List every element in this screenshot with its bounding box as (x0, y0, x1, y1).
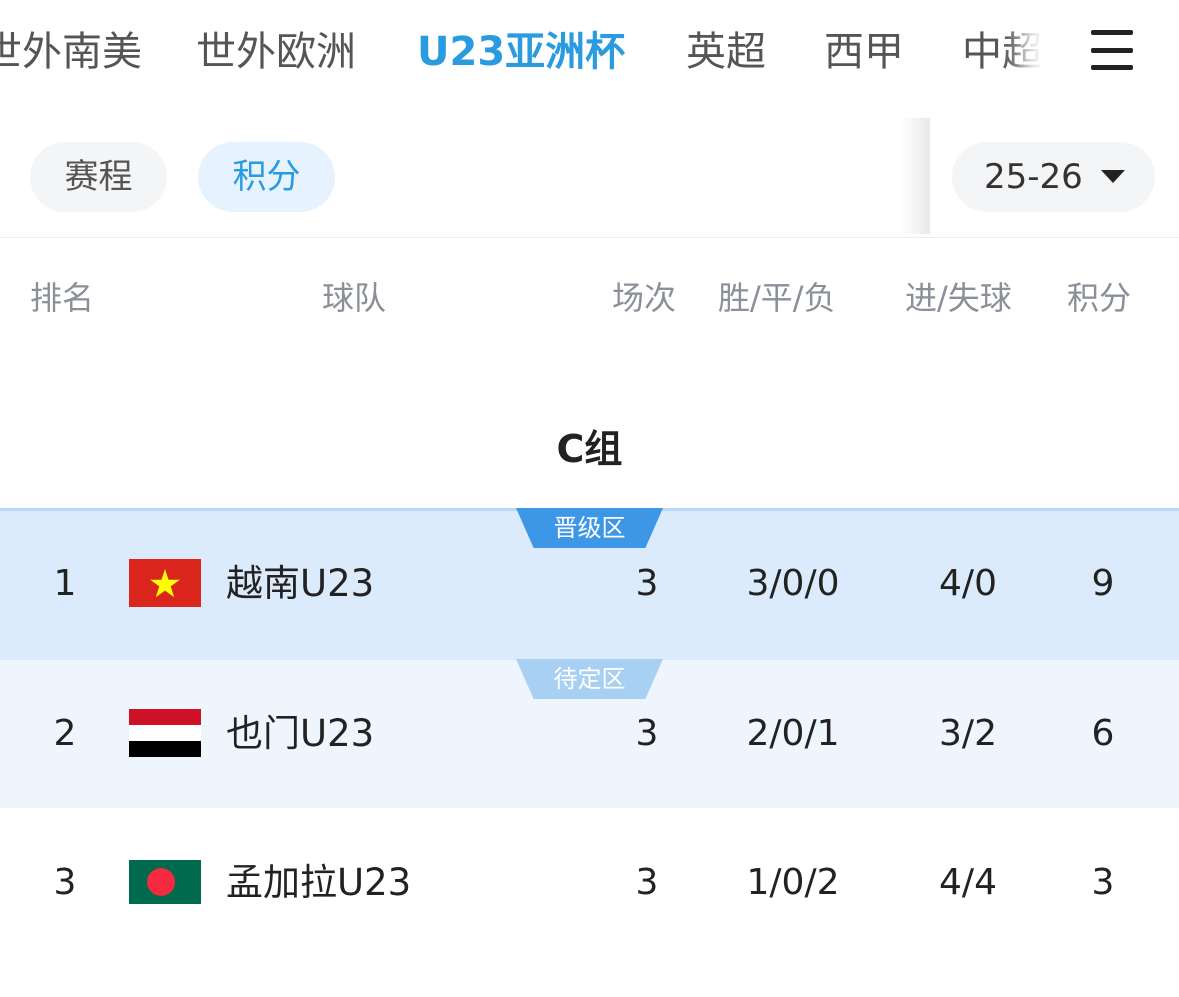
season-value: 25-26 (984, 157, 1083, 197)
team-rank: 2 (53, 713, 77, 754)
promotion-zone-badge: 晋级区 (516, 508, 663, 548)
goals-for-against: 4/0 (939, 563, 997, 604)
win-draw-loss: 2/0/1 (746, 713, 840, 754)
vietnam-flag-icon (129, 559, 201, 607)
team-name[interactable]: 孟加拉U23 (226, 859, 411, 907)
goals-for-against: 3/2 (939, 713, 997, 754)
tab-world-cup-qualifiers-south-america[interactable]: 世外南美 (0, 24, 142, 80)
group-title: C组 (556, 427, 623, 471)
menu-button[interactable] (1045, 0, 1179, 108)
goals-for-against: 4/4 (939, 862, 997, 903)
hamburger-menu-icon[interactable] (1091, 30, 1133, 70)
matches-played: 3 (635, 563, 659, 604)
team-name[interactable]: 越南U23 (226, 560, 374, 608)
matches-played: 3 (635, 862, 659, 903)
tab-premier-league[interactable]: 英超 (686, 24, 766, 80)
header-played: 场次 (612, 279, 677, 317)
tab-chinese-super-league[interactable]: 中超 (962, 24, 1042, 80)
caret-down-icon (1101, 170, 1125, 183)
tab-u23-asian-cup[interactable]: U23亚洲杯 (417, 24, 625, 80)
tab-standings[interactable]: 积分 (198, 142, 335, 212)
tab-la-liga[interactable]: 西甲 (824, 24, 904, 80)
header-team: 球队 (322, 279, 387, 317)
team-points: 3 (1091, 862, 1115, 903)
bangladesh-flag-icon (129, 860, 201, 908)
win-draw-loss: 3/0/0 (746, 563, 840, 604)
header-points: 积分 (1067, 279, 1132, 317)
divider (0, 237, 1179, 238)
team-rank: 1 (53, 563, 77, 604)
scroll-fade-shadow (900, 118, 930, 234)
tab-schedule[interactable]: 赛程 (30, 142, 167, 212)
standings-page: 世外南美 世外欧洲 U23亚洲杯 英超 西甲 中超 赛程 积分 25-26 排名… (0, 0, 1179, 997)
league-tab-bar: 世外南美 世外欧洲 U23亚洲杯 英超 西甲 中超 (0, 0, 1179, 108)
header-wdl: 胜/平/负 (718, 279, 836, 317)
matches-played: 3 (635, 713, 659, 754)
tab-world-cup-qualifiers-europe[interactable]: 世外欧洲 (196, 24, 356, 80)
team-rank: 3 (53, 862, 77, 903)
team-name[interactable]: 也门U23 (226, 710, 374, 758)
team-points: 6 (1091, 713, 1115, 754)
team-points: 9 (1091, 563, 1115, 604)
header-goals: 进/失球 (905, 279, 1012, 317)
yemen-flag-icon (129, 709, 201, 757)
season-selector[interactable]: 25-26 (952, 142, 1155, 212)
pending-zone-badge: 待定区 (516, 659, 663, 699)
header-rank: 排名 (30, 279, 95, 317)
win-draw-loss: 1/0/2 (746, 862, 840, 903)
